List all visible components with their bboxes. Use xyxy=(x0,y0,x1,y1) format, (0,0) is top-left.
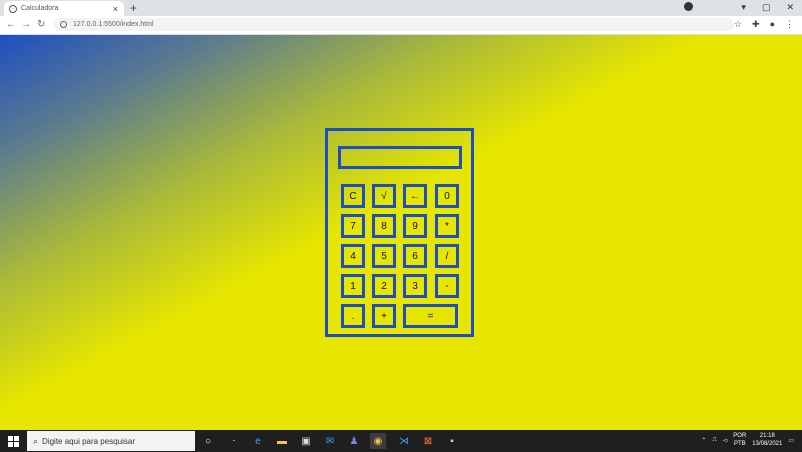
url-text: 127.0.0.1:5500/index.html xyxy=(73,21,154,28)
key-sqrt[interactable]: √ xyxy=(372,184,396,208)
windows-start-icon[interactable] xyxy=(8,436,19,447)
key-6[interactable]: 6 xyxy=(403,244,427,268)
tray-chevron-icon[interactable]: ⌃ xyxy=(701,437,706,444)
key-equals[interactable]: = xyxy=(403,304,458,328)
network-icon[interactable]: ⎍ xyxy=(712,437,716,444)
keyboard-layout: PTB xyxy=(733,441,746,447)
key-minus[interactable]: - xyxy=(435,274,459,298)
vscode-icon[interactable]: ⋊ xyxy=(396,433,412,449)
menu-dots-icon[interactable]: ⋮ xyxy=(785,19,794,30)
toolbar-right: ☆ ✚ ● ⋮ xyxy=(734,19,794,30)
profile-icon[interactable]: ● xyxy=(770,19,775,30)
window-controls: ▾ ▢ ✕ xyxy=(684,2,794,13)
store-icon[interactable]: ▣ xyxy=(298,433,314,449)
key-decimal[interactable]: . xyxy=(341,304,365,328)
teams-icon[interactable]: ♟ xyxy=(346,433,362,449)
new-tab-button[interactable]: + xyxy=(130,1,137,15)
extensions-icon[interactable]: ✚ xyxy=(752,19,760,30)
notifications-icon[interactable]: ▭ xyxy=(788,437,794,444)
key-8[interactable]: 8 xyxy=(372,214,396,238)
maximize-icon[interactable]: ▢ xyxy=(762,2,771,13)
browser-tab-bar: ◦ Calculadora × + ▾ ▢ ✕ xyxy=(0,0,802,16)
terminal-icon[interactable]: ▪ xyxy=(444,433,460,449)
key-3[interactable]: 3 xyxy=(403,274,427,298)
key-plus[interactable]: + xyxy=(372,304,396,328)
clock-time: 21:18 xyxy=(759,433,775,439)
key-backspace[interactable]: ← xyxy=(403,184,427,208)
volume-icon[interactable]: ◅ xyxy=(723,437,728,444)
clock[interactable]: 21:18 13/08/2021 xyxy=(752,432,782,448)
site-info-icon[interactable] xyxy=(60,21,67,28)
key-multiply[interactable]: * xyxy=(435,214,459,238)
windows-taskbar: ⌕ Digite aqui para pesquisar ○ ⋅ e ▬ ▣ ✉… xyxy=(0,430,802,452)
back-arrow-icon[interactable]: ← xyxy=(6,19,16,30)
calculator: C √ ← 0 7 8 9 * 4 5 6 / 1 2 3-. + = xyxy=(325,128,474,337)
key-clear[interactable]: C xyxy=(341,184,365,208)
minimize-icon[interactable]: ▾ xyxy=(741,2,746,13)
star-icon[interactable]: ☆ xyxy=(734,19,742,30)
close-window-icon[interactable]: ✕ xyxy=(786,2,794,13)
tab-close-icon[interactable]: × xyxy=(113,4,118,14)
key-divide[interactable]: / xyxy=(435,244,459,268)
key-0[interactable]: 0 xyxy=(435,184,459,208)
task-view-icon[interactable]: ⋅ xyxy=(226,433,242,449)
system-tray: ⌃ ⎍ ◅ POR PTB 21:18 13/08/2021 ▭ xyxy=(701,432,794,448)
page-background: C √ ← 0 7 8 9 * 4 5 6 / 1 2 3-. + = xyxy=(0,35,802,430)
key-7[interactable]: 7 xyxy=(341,214,365,238)
search-icon: ⌕ xyxy=(33,435,39,446)
key-2[interactable]: 2 xyxy=(372,274,396,298)
language-code: POR xyxy=(733,433,747,439)
clock-date: 13/08/2021 xyxy=(752,441,783,447)
edge-icon[interactable]: e xyxy=(250,433,266,449)
chrome-account-icon[interactable] xyxy=(684,2,694,11)
key-5[interactable]: 5 xyxy=(372,244,396,268)
globe-icon: ◦ xyxy=(9,4,17,13)
xampp-icon[interactable]: ⊠ xyxy=(420,433,436,449)
calculator-display[interactable] xyxy=(338,146,462,169)
tab-title: Calculadora xyxy=(21,5,59,12)
file-explorer-icon[interactable]: ▬ xyxy=(274,433,290,449)
key-4[interactable]: 4 xyxy=(341,244,365,268)
cortana-icon[interactable]: ○ xyxy=(200,433,216,449)
key-9[interactable]: 9 xyxy=(403,214,427,238)
key-1[interactable]: 1 xyxy=(341,274,365,298)
reload-icon[interactable]: ↻ xyxy=(37,19,45,30)
browser-tab[interactable]: ◦ Calculadora × xyxy=(4,1,124,16)
chrome-taskbar-icon[interactable]: ◉ xyxy=(370,433,386,449)
language-indicator[interactable]: POR PTB xyxy=(733,432,746,448)
forward-arrow-icon[interactable]: → xyxy=(21,19,31,30)
search-placeholder: Digite aqui para pesquisar xyxy=(42,436,135,446)
url-field[interactable]: 127.0.0.1:5500/index.html xyxy=(54,18,734,31)
mail-icon[interactable]: ✉ xyxy=(322,433,338,449)
address-bar: ← → ↻ 127.0.0.1:5500/index.html ☆ ✚ ● ⋮ xyxy=(0,16,802,35)
taskbar-search-box[interactable]: ⌕ Digite aqui para pesquisar xyxy=(27,431,195,451)
